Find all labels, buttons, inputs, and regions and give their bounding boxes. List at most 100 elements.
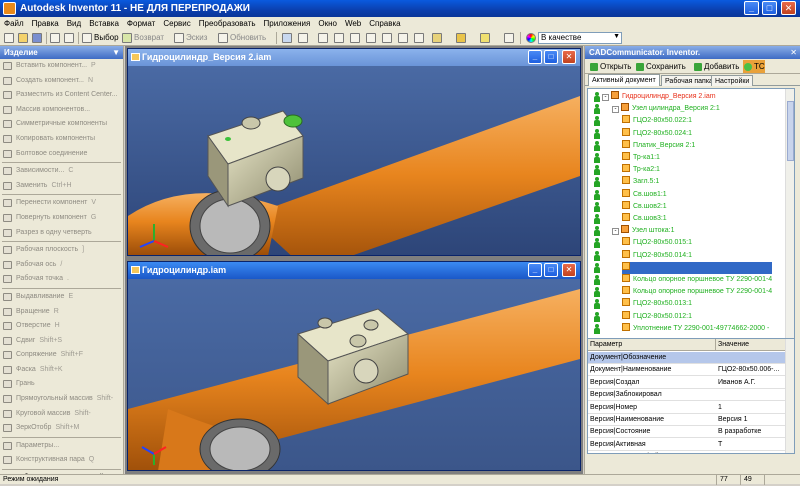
- tree-collapse-icon[interactable]: -: [602, 94, 609, 101]
- tab-settings[interactable]: Настройки: [711, 75, 754, 86]
- panel-menu-icon[interactable]: ▼: [112, 46, 120, 59]
- properties-grid[interactable]: Параметр Значение Документ|Обозначение До…: [587, 338, 795, 454]
- add-button[interactable]: Добавить: [693, 60, 739, 73]
- panel-item[interactable]: Зависимости... C: [0, 164, 123, 179]
- select-button[interactable]: Выбор: [94, 32, 119, 44]
- win1-maximize-button[interactable]: □: [544, 50, 558, 64]
- web-icon[interactable]: [282, 33, 292, 43]
- win1-minimize-button[interactable]: _: [528, 50, 542, 64]
- panel-item[interactable]: Заменить Ctrl+H: [0, 179, 123, 194]
- grid-row[interactable]: Версия|Состояние В разработке: [588, 426, 788, 439]
- win2-close-button[interactable]: ✕: [562, 263, 576, 277]
- panel-item[interactable]: Симметричные компоненты: [0, 117, 123, 132]
- panel-item[interactable]: Сопряжение Shift+F: [0, 348, 123, 363]
- tree-collapse-icon[interactable]: -: [612, 228, 619, 236]
- look-icon[interactable]: [414, 33, 424, 43]
- model-view-1[interactable]: [128, 66, 580, 255]
- grid-row[interactable]: Версия|Наименование Версия 1: [588, 414, 788, 426]
- open-folder-icon[interactable]: [18, 33, 28, 43]
- tree-node[interactable]: ГЦО2-80х50.012:1: [622, 310, 692, 323]
- assembly-tree[interactable]: - Гидроцилиндр_Версия 2.iam - Узел цилиндра…: [587, 88, 795, 354]
- menu-convert[interactable]: Преобразовать: [195, 17, 260, 30]
- panel-item[interactable]: Повернуть компонент G: [0, 211, 123, 226]
- tree-node[interactable]: Кольцо опорное поршневое ТУ 2290-001-4: [622, 274, 772, 286]
- grid-row[interactable]: Версия|Активная T: [588, 439, 788, 451]
- document-window-1[interactable]: Гидроцилиндр_Версия 2.iam _ □ ✕: [127, 48, 581, 256]
- panel-item[interactable]: Массив компонентов...: [0, 103, 123, 118]
- select-arrow-icon[interactable]: [82, 33, 92, 43]
- save-button[interactable]: Сохранить: [635, 60, 686, 73]
- tab-work-folder[interactable]: Рабочая папка: [661, 75, 717, 86]
- menu-format[interactable]: Формат: [123, 17, 159, 30]
- save-icon[interactable]: [32, 33, 42, 43]
- tree-node[interactable]: ГЦО2-80х50.022:1: [622, 115, 692, 127]
- panel-item[interactable]: ЗеркОтобр Shift+M: [0, 421, 123, 436]
- shadow-icon[interactable]: [480, 33, 490, 43]
- tree-node[interactable]: Уплотнение ТУ 2290-001-49774662-2000 -: [622, 322, 769, 335]
- tree-node[interactable]: - Узел цилиндра_Версия 2:1: [612, 103, 720, 115]
- grid-cell-value[interactable]: T: [718, 439, 788, 451]
- tree-node[interactable]: ГЦО2-80х50.015:1: [622, 237, 692, 249]
- tab-active-document[interactable]: Активный документ: [588, 74, 660, 86]
- tree-node[interactable]: - Гидроцилиндр_Версия 2.iam: [602, 91, 716, 103]
- zoom-all-icon[interactable]: [318, 33, 328, 43]
- menu-file[interactable]: Файл: [0, 17, 28, 30]
- zoom-icon[interactable]: [350, 33, 360, 43]
- panel-item[interactable]: Конструктивная пара Q: [0, 453, 123, 468]
- menu-window[interactable]: Окно: [314, 17, 341, 30]
- look-at-icon[interactable]: [298, 33, 308, 43]
- tree-node[interactable]: Платик_Версия 2:1: [622, 139, 695, 152]
- hatch-icon[interactable]: [504, 33, 514, 43]
- menu-insert[interactable]: Вставка: [85, 17, 123, 30]
- tree-node[interactable]: Тр-ка1:1: [622, 152, 660, 164]
- minimize-button[interactable]: _: [744, 1, 759, 15]
- tree-node[interactable]: ГЦО2-80х50.013:1: [622, 298, 692, 310]
- sketch-button[interactable]: Эскиз: [186, 32, 207, 44]
- rotate-icon[interactable]: [398, 33, 408, 43]
- grid-header-param[interactable]: Параметр: [588, 339, 716, 351]
- tree-node[interactable]: Кольцо опорное поршневое ТУ 2290-001-4: [622, 286, 772, 298]
- grid-cell-value[interactable]: Версия 1: [718, 414, 788, 426]
- panel-item[interactable]: Фаска Shift+K: [0, 363, 123, 378]
- update-button[interactable]: Обновить: [230, 32, 266, 44]
- tree-node[interactable]: [622, 261, 772, 274]
- tree-node[interactable]: ГЦО2-80х50.024:1: [622, 127, 692, 140]
- pan-icon[interactable]: [366, 33, 376, 43]
- menu-applications[interactable]: Приложения: [260, 17, 315, 30]
- panel-item[interactable]: Разместить из Content Center...: [0, 88, 123, 103]
- tree-node[interactable]: Загл.5:1: [622, 176, 659, 188]
- panel-item[interactable]: Болтовое соединение: [0, 147, 123, 162]
- panel-item[interactable]: Сдвиг Shift+S: [0, 334, 123, 349]
- panel-close-icon[interactable]: ✕: [790, 46, 797, 59]
- grid-row[interactable]: Документ|Наименование ГЦО2-80х50.006-...: [588, 364, 788, 377]
- tree-collapse-icon[interactable]: -: [612, 106, 619, 114]
- win2-maximize-button[interactable]: □: [544, 263, 558, 277]
- panel-item[interactable]: Копировать компоненты: [0, 132, 123, 147]
- win1-close-button[interactable]: ✕: [562, 50, 576, 64]
- viewport-2[interactable]: [128, 279, 580, 470]
- grid-row[interactable]: Документ|Обозначение: [588, 352, 788, 364]
- tree-node[interactable]: Тр-ка2:1: [622, 164, 660, 176]
- panel-item[interactable]: Выдавливание E: [0, 290, 123, 305]
- panel-item[interactable]: Вставить компонент... P: [0, 59, 123, 74]
- panel-item[interactable]: Рабочая точка.: [0, 272, 123, 287]
- undo-icon[interactable]: [50, 33, 60, 43]
- grid-cell-value[interactable]: Иванов А.Г.: [718, 377, 788, 389]
- grid-header-value[interactable]: Значение: [716, 339, 788, 351]
- grid-cell-value[interactable]: 1: [718, 402, 788, 414]
- panel-item[interactable]: Вращение R: [0, 305, 123, 320]
- update-icon[interactable]: [218, 33, 228, 43]
- grid-scrollbar[interactable]: [785, 339, 794, 453]
- win2-minimize-button[interactable]: _: [528, 263, 542, 277]
- menu-view[interactable]: Вид: [63, 17, 85, 30]
- grid-row[interactable]: Версия|Заблокировал: [588, 389, 788, 402]
- menu-tools[interactable]: Сервис: [159, 17, 194, 30]
- grid-row[interactable]: Версия|Создал Иванов А.Г.: [588, 377, 788, 389]
- panel-item[interactable]: Круговой массив Shift-: [0, 407, 123, 422]
- panel-item[interactable]: Параметры...: [0, 439, 123, 454]
- display-mode-icon[interactable]: [432, 33, 442, 43]
- maximize-button[interactable]: □: [762, 1, 777, 15]
- zoom-window-icon[interactable]: [334, 33, 344, 43]
- tree-node[interactable]: Св.шов2:1: [622, 200, 667, 213]
- grid-cell-value[interactable]: T: [718, 451, 788, 453]
